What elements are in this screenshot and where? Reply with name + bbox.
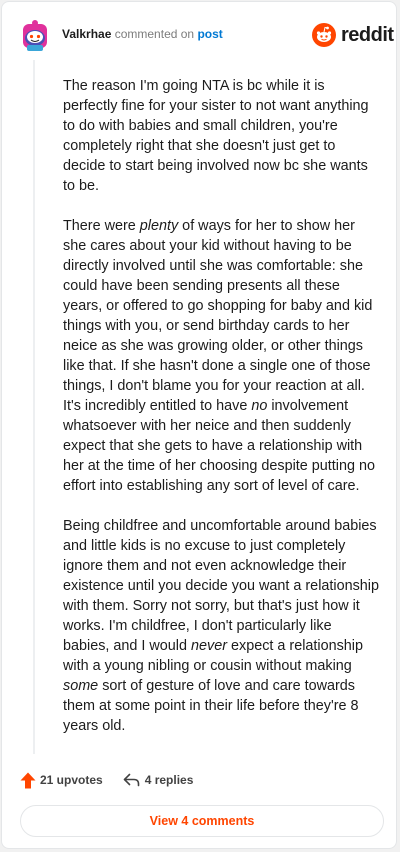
replies-button[interactable]: 4 replies xyxy=(123,773,194,787)
view-comments-label: View 4 comments xyxy=(149,814,255,828)
comment-paragraph: There were plenty of ways for her to sho… xyxy=(63,216,381,496)
view-comments-button[interactable]: View 4 comments xyxy=(20,805,384,837)
reply-count: 4 replies xyxy=(144,773,194,787)
reddit-wordmark: reddit xyxy=(341,23,394,46)
reddit-logo[interactable]: reddit xyxy=(312,22,394,48)
paragraph-text: The reason I'm going NTA is bc while it … xyxy=(63,78,369,194)
emphasized-text: plenty xyxy=(139,218,179,234)
comment-byline: Valkrhae commented on post xyxy=(62,27,223,42)
comment-paragraph: Being childfree and uncomfortable around… xyxy=(63,516,381,736)
comment-header: Valkrhae commented on post reddit xyxy=(2,2,398,66)
emphasized-text: never xyxy=(191,638,228,654)
emphasized-text: no xyxy=(251,398,268,414)
upvote-button[interactable]: 21 upvotes xyxy=(20,772,103,789)
reddit-snoo-icon xyxy=(312,23,336,47)
thread-line[interactable] xyxy=(33,60,35,754)
upvote-count: 21 upvotes xyxy=(40,773,103,787)
snoo-avatar-icon[interactable] xyxy=(20,18,50,52)
comment-card: Valkrhae commented on post reddit The re… xyxy=(1,1,397,849)
comment-actions: 21 upvotes 4 replies xyxy=(20,770,193,790)
comment-body: The reason I'm going NTA is bc while it … xyxy=(63,76,381,756)
paragraph-text: Being childfree and uncomfortable around… xyxy=(63,518,379,654)
upvote-arrow-icon xyxy=(20,772,36,788)
byline-action-text: commented on xyxy=(114,27,195,41)
emphasized-text: some xyxy=(63,678,99,694)
reply-arrow-icon xyxy=(123,773,140,787)
post-link[interactable]: post xyxy=(197,27,222,41)
paragraph-text: of ways for her to show her she cares ab… xyxy=(63,218,373,414)
paragraph-text: sort of gesture of love and care towards… xyxy=(63,678,359,734)
paragraph-text: There were xyxy=(63,218,140,234)
comment-paragraph: The reason I'm going NTA is bc while it … xyxy=(63,76,381,196)
username-link[interactable]: Valkrhae xyxy=(62,27,111,41)
